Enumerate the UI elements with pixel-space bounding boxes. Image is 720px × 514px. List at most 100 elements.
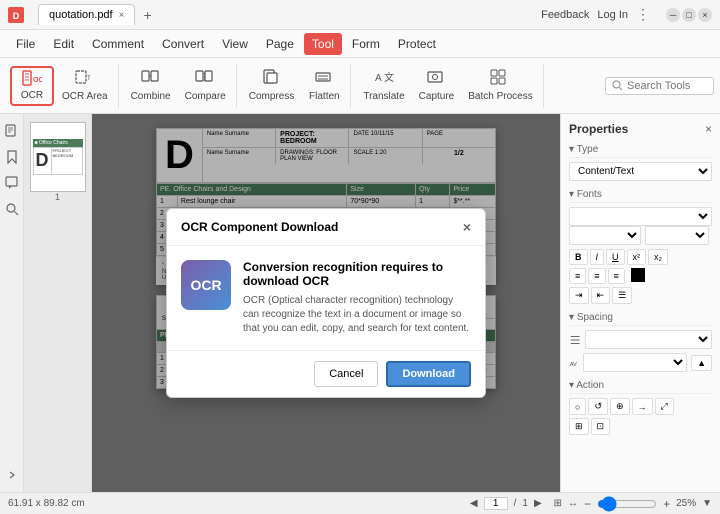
zoom-dropdown-button[interactable]: ▼ [702, 498, 712, 509]
pdf-tab[interactable]: quotation.pdf × [38, 4, 135, 25]
props-font-size-select[interactable] [645, 226, 709, 245]
svg-text:OCR: OCR [33, 77, 42, 84]
combine-label: Combine [131, 91, 171, 102]
subscript-button[interactable]: x₂ [648, 249, 668, 265]
action-btn-2[interactable]: ↺ [588, 398, 608, 415]
next-page-button[interactable]: ▶ [534, 498, 542, 509]
props-type-select[interactable]: Content/Text [569, 162, 712, 181]
action-btn-1[interactable]: ○ [569, 398, 586, 415]
sidebar-icon-search[interactable] [3, 200, 21, 218]
prev-page-button[interactable]: ◀ [470, 498, 478, 509]
menu-file[interactable]: File [8, 33, 43, 55]
spacing-up-button[interactable]: ▲ [691, 355, 712, 371]
zoom-slider[interactable] [597, 496, 657, 512]
fit-page-button[interactable]: ⊞ [554, 498, 562, 509]
props-fonts-title: ▾ Fonts [569, 189, 712, 203]
props-font-family-select[interactable] [569, 207, 712, 226]
capture-button[interactable]: Capture [413, 66, 461, 106]
menu-comment[interactable]: Comment [84, 33, 152, 55]
menu-page[interactable]: Page [258, 33, 302, 55]
status-bar: 61.91 x 89.82 cm ◀ / 1 ▶ ⊞ ↔ − + 25% ▼ [0, 492, 720, 514]
superscript-button[interactable]: x² [627, 249, 647, 265]
fit-width-button[interactable]: ↔ [568, 498, 578, 509]
ocr-area-button[interactable]: T OCR Area [56, 66, 114, 106]
align-center-button[interactable]: ≡ [588, 268, 605, 284]
menu-edit[interactable]: Edit [45, 33, 82, 55]
batch-process-button[interactable]: Batch Process [462, 66, 538, 106]
compress-button[interactable]: Compress [243, 66, 301, 106]
dialog-body-text: OCR (Optical character recognition) tech… [243, 294, 471, 336]
close-button[interactable]: × [698, 8, 712, 22]
translate-button[interactable]: A文 Translate [357, 66, 410, 106]
page-panel: ■ Office Chairs D PROJECTBEDROOM 1 [24, 114, 92, 492]
menu-form[interactable]: Form [344, 33, 388, 55]
menu-tool[interactable]: Tool [304, 33, 342, 55]
minimize-button[interactable]: ─ [666, 8, 680, 22]
indent-increase-button[interactable]: ⇥ [569, 287, 589, 304]
list-button[interactable]: ☰ [612, 287, 632, 304]
search-tools-input[interactable] [627, 80, 707, 92]
color-swatch-black[interactable] [631, 268, 645, 282]
action-btn-6[interactable]: ⊞ [569, 418, 589, 435]
props-char-spacing-select[interactable] [583, 353, 687, 372]
capture-label: Capture [419, 91, 455, 102]
download-button[interactable]: Download [386, 361, 471, 387]
sidebar-icon-bookmarks[interactable] [3, 148, 21, 166]
translate-label: Translate [363, 91, 404, 102]
toolbar-search[interactable] [605, 77, 714, 95]
bold-button[interactable]: B [569, 249, 588, 265]
ocr-download-dialog: OCR Component Download × OCR Conversion … [166, 208, 486, 398]
props-line-spacing-select[interactable] [585, 330, 712, 349]
ocr-button[interactable]: OCR OCR [10, 66, 54, 106]
page-thumbnail-1[interactable]: ■ Office Chairs D PROJECTBEDROOM 1 [30, 122, 86, 202]
login-link[interactable]: Log In [597, 9, 628, 21]
combine-button[interactable]: Combine [125, 66, 177, 106]
props-section-type: ▾ Type Content/Text [569, 144, 712, 181]
menu-convert[interactable]: Convert [154, 33, 212, 55]
action-btn-4[interactable]: → [632, 398, 653, 415]
svg-text:文: 文 [384, 71, 394, 84]
maximize-button[interactable]: □ [682, 8, 696, 22]
action-btn-3[interactable]: ⊕ [610, 398, 630, 415]
app-icon: D [8, 7, 24, 23]
svg-text:AV: AV [570, 361, 577, 367]
italic-button[interactable]: I [590, 249, 605, 265]
align-right-button[interactable]: ≡ [608, 268, 625, 284]
sidebar-icon-comments[interactable] [3, 174, 21, 192]
indent-decrease-button[interactable]: ⇤ [591, 287, 611, 304]
search-icon [612, 80, 623, 91]
flatten-button[interactable]: Flatten [302, 66, 346, 106]
batch-process-icon [490, 69, 510, 89]
props-font-style-select[interactable] [569, 226, 641, 245]
menu-view[interactable]: View [214, 33, 256, 55]
sidebar-expand-arrow[interactable] [3, 466, 21, 484]
compress-label: Compress [249, 91, 295, 102]
sidebar-icon-pages[interactable] [3, 122, 21, 140]
page-input[interactable] [484, 497, 508, 510]
combine-icon [141, 69, 161, 89]
zoom-plus-button[interactable]: + [663, 497, 670, 511]
properties-close-icon[interactable]: × [705, 122, 712, 136]
dialog-text: Conversion recognition requires to downl… [243, 260, 471, 336]
ocr-label: OCR [21, 90, 43, 101]
props-section-action: ▾ Action ○ ↺ ⊕ → ⤢ ⊞ ⊡ [569, 380, 712, 435]
toolbar-group-ocr: OCR OCR T OCR Area [6, 64, 119, 108]
tab-close-icon[interactable]: × [119, 10, 125, 21]
feedback-link[interactable]: Feedback [541, 9, 589, 21]
new-tab-button[interactable]: + [135, 3, 159, 27]
menu-protect[interactable]: Protect [390, 33, 444, 55]
props-font-style-btns: B I U x² x₂ [569, 249, 712, 265]
dialog-close-icon[interactable]: × [463, 219, 471, 235]
action-btn-5[interactable]: ⤢ [655, 398, 674, 415]
cancel-button[interactable]: Cancel [314, 361, 378, 387]
page-num-1: 1 [30, 192, 86, 202]
dialog-title: OCR Component Download [181, 220, 338, 234]
tab-area: quotation.pdf × + [38, 3, 160, 27]
svg-text:D: D [13, 11, 20, 21]
action-btn-7[interactable]: ⊡ [591, 418, 611, 435]
compare-button[interactable]: Compare [179, 66, 232, 106]
dialog-body: OCR Conversion recognition requires to d… [167, 246, 485, 350]
zoom-minus-button[interactable]: − [584, 497, 591, 511]
align-left-button[interactable]: ≡ [569, 268, 586, 284]
underline-button[interactable]: U [606, 249, 625, 265]
